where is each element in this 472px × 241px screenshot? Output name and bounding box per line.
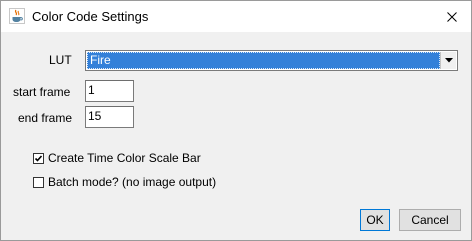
end-frame-label: end frame [18, 111, 73, 125]
start-frame-label: start frame [13, 85, 71, 99]
ok-button[interactable]: OK [360, 209, 390, 231]
checkmark-icon [34, 154, 43, 162]
end-frame-input[interactable]: 15 [85, 106, 134, 128]
batch-mode-label: Batch mode? (no image output) [48, 175, 217, 189]
batch-mode-option[interactable]: Batch mode? (no image output) [33, 175, 216, 189]
create-scale-bar-option[interactable]: Create Time Color Scale Bar [33, 151, 201, 165]
cancel-button[interactable]: Cancel [399, 209, 461, 231]
close-icon [447, 11, 457, 22]
create-scale-bar-label: Create Time Color Scale Bar [48, 151, 201, 165]
java-cup-icon [9, 8, 25, 24]
lut-select[interactable]: Fire [85, 50, 458, 71]
dialog-window: Color Code Settings LUT Fire start frame… [0, 0, 472, 241]
create-scale-bar-checkbox[interactable] [33, 152, 44, 164]
title-bar[interactable]: Color Code Settings [1, 1, 471, 32]
lut-label: LUT [49, 53, 72, 67]
window-title: Color Code Settings [32, 9, 149, 24]
chevron-down-icon [444, 58, 453, 63]
batch-mode-checkbox[interactable] [33, 176, 44, 188]
dropdown-arrow-button[interactable] [440, 52, 456, 69]
lut-selected-value: Fire [87, 52, 440, 69]
start-frame-input[interactable]: 1 [85, 80, 134, 102]
close-button[interactable] [433, 1, 471, 32]
